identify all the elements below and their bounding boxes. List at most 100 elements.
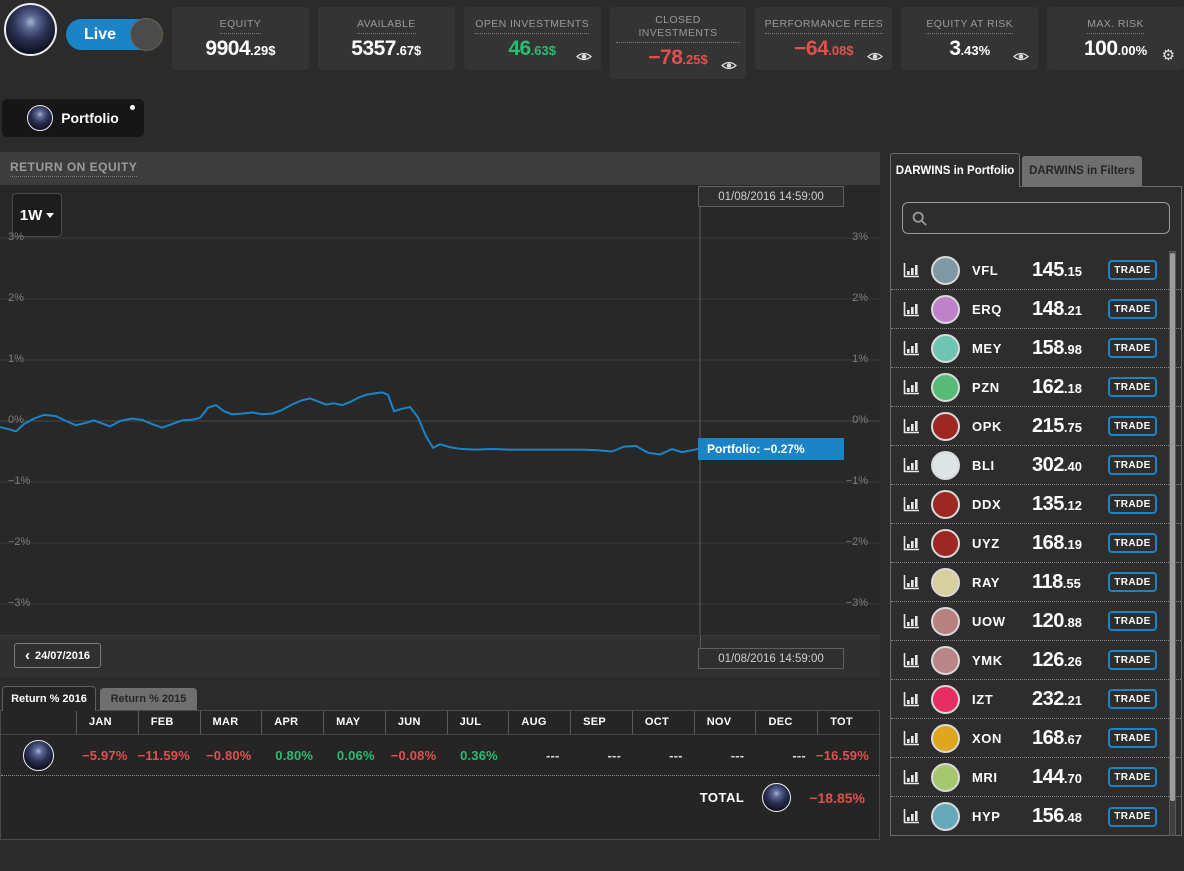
portfolio-row-avatar[interactable] [23,740,54,771]
darwin-ticker[interactable]: PZN [972,380,1032,395]
monthly-return-value: 0.06% [323,748,385,763]
darwin-ticker[interactable]: IZT [972,692,1032,707]
bar-chart-icon[interactable] [903,614,920,629]
bar-chart-icon[interactable] [903,380,920,395]
previous-period-button[interactable]: ‹ 24/07/2016 [14,643,101,668]
bar-chart-icon[interactable] [903,692,920,707]
darwin-avatar[interactable] [931,490,960,519]
return-on-equity-panel: RETURN ON EQUITY 1W 01/08/2016 14:59:00 … [0,152,880,677]
month-column-header: AUG [508,711,570,734]
trade-button[interactable]: TRADE [1108,689,1157,709]
bar-chart-icon[interactable] [903,458,920,473]
darwin-ticker[interactable]: UOW [972,614,1032,629]
trade-button[interactable]: TRADE [1108,767,1157,787]
tab-portfolio[interactable]: Portfolio [2,99,144,137]
gear-icon[interactable]: ⚙ [1162,48,1175,63]
eye-icon[interactable] [576,50,592,63]
trade-button[interactable]: TRADE [1108,650,1157,670]
darwin-avatar[interactable] [931,802,960,831]
trade-button[interactable]: TRADE [1108,416,1157,436]
darwin-avatar[interactable] [931,568,960,597]
darwin-row: IZT 232.21 TRADE [891,680,1181,719]
monthly-returns-panel: Return % 2016 Return % 2015 JAN FEB MAR … [0,686,880,840]
trade-button[interactable]: TRADE [1108,260,1157,280]
tab-return-2016[interactable]: Return % 2016 [2,686,96,711]
darwin-ticker[interactable]: VFL [972,263,1032,278]
trade-button[interactable]: TRADE [1108,494,1157,514]
darwin-ticker[interactable]: YMK [972,653,1032,668]
tab-return-2015[interactable]: Return % 2015 [100,688,197,710]
monthly-return-value: --- [508,748,570,763]
darwin-avatar[interactable] [931,334,960,363]
darwin-ticker[interactable]: OPK [972,419,1032,434]
darwin-avatar[interactable] [931,451,960,480]
tab-darwins-in-portfolio[interactable]: DARWINS in Portfolio [890,153,1020,187]
darwin-avatar[interactable] [931,412,960,441]
trade-button[interactable]: TRADE [1108,611,1157,631]
month-column-header: TOT [817,711,879,734]
darwin-avatar[interactable] [931,256,960,285]
bar-chart-icon[interactable] [903,263,920,278]
bar-chart-icon[interactable] [903,419,920,434]
axis-tick-label: −3% [846,597,868,609]
scrollbar-thumb[interactable] [1170,253,1175,801]
darwin-avatar[interactable] [931,529,960,558]
darwin-avatar[interactable] [931,373,960,402]
monthly-return-value: −11.59% [138,748,200,763]
trade-button[interactable]: TRADE [1108,533,1157,553]
bar-chart-icon[interactable] [903,497,920,512]
user-avatar[interactable] [4,3,57,56]
search-input[interactable] [934,203,1169,233]
darwin-ticker[interactable]: XON [972,731,1032,746]
equity-chart[interactable]: 1W 01/08/2016 14:59:00 Portfolio: −0.27%… [0,185,880,635]
eye-icon[interactable] [1013,50,1029,63]
bar-chart-icon[interactable] [903,341,920,356]
list-scrollbar[interactable] [1169,251,1176,836]
trade-button[interactable]: TRADE [1108,299,1157,319]
darwin-ticker[interactable]: MEY [972,341,1032,356]
bar-chart-icon[interactable] [903,809,920,824]
total-avatar[interactable] [762,783,791,812]
darwin-quote: 145.15 [1032,259,1106,282]
axis-tick-label: −1% [846,475,868,487]
darwin-ticker[interactable]: MRI [972,770,1032,785]
darwin-avatar[interactable] [931,295,960,324]
darwin-avatar[interactable] [931,685,960,714]
trade-button[interactable]: TRADE [1108,572,1157,592]
trade-button[interactable]: TRADE [1108,338,1157,358]
stat-label: CLOSED INVESTMENTS [616,14,741,43]
darwin-ticker[interactable]: HYP [972,809,1032,824]
trade-button[interactable]: TRADE [1108,455,1157,475]
trade-button[interactable]: TRADE [1108,728,1157,748]
darwin-quote: 168.19 [1032,532,1106,555]
stat-value: 100.00% [1053,38,1178,62]
trade-button[interactable]: TRADE [1108,377,1157,397]
monthly-return-value: −5.97% [76,748,138,763]
darwin-ticker[interactable]: RAY [972,575,1032,590]
darwin-ticker[interactable]: BLI [972,458,1032,473]
darwin-avatar[interactable] [931,646,960,675]
bar-chart-icon[interactable] [903,770,920,785]
search-box[interactable] [902,202,1170,234]
row-avatar-cell [1,740,76,771]
darwin-avatar[interactable] [931,607,960,636]
trade-button[interactable]: TRADE [1108,807,1157,827]
bar-chart-icon[interactable] [903,575,920,590]
stat-label: MAX. RISK [1087,18,1144,34]
eye-icon[interactable] [867,50,883,63]
darwin-ticker[interactable]: DDX [972,497,1032,512]
bar-chart-icon[interactable] [903,302,920,317]
stat-box: PERFORMANCE FEES −64.08$ ⚙ [755,7,892,70]
bar-chart-icon[interactable] [903,536,920,551]
tab-darwins-in-filters[interactable]: DARWINS in Filters [1022,156,1142,186]
darwin-ticker[interactable]: ERQ [972,302,1032,317]
bar-chart-icon[interactable] [903,653,920,668]
darwin-avatar[interactable] [931,763,960,792]
darwin-avatar[interactable] [931,724,960,753]
month-column-header: OCT [632,711,694,734]
bar-chart-icon[interactable] [903,731,920,746]
darwin-ticker[interactable]: UYZ [972,536,1032,551]
month-column-header: MAY [323,711,385,734]
live-toggle[interactable]: Live [66,19,162,50]
eye-icon[interactable] [721,59,737,72]
